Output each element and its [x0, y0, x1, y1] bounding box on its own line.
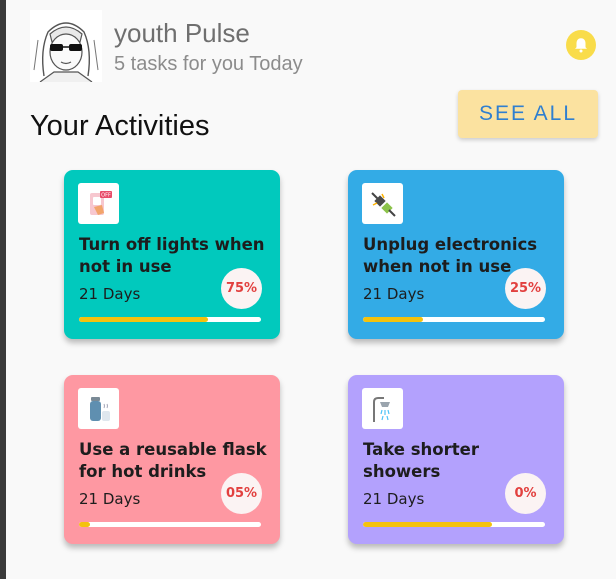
activity-card-flask[interactable]: Use a reusable flask for hot drinks 21 D…: [64, 375, 280, 544]
activity-card-unplug[interactable]: Unplug electronics when not in use 21 Da…: [348, 170, 564, 339]
progress-track: [363, 522, 545, 527]
notification-button[interactable]: [566, 30, 596, 60]
tasks-subtitle: 5 tasks for you Today: [114, 53, 303, 75]
progress-badge: 0%: [505, 473, 546, 514]
progress-track: [79, 522, 261, 527]
see-all-button[interactable]: SEE ALL: [458, 90, 598, 138]
activity-days: 21 Days: [363, 285, 425, 303]
activity-days: 21 Days: [363, 490, 425, 508]
progress-fill: [79, 522, 90, 527]
window-edge: [0, 0, 6, 579]
progress-track: [79, 317, 261, 322]
header: youth Pulse 5 tasks for you Today: [30, 10, 610, 85]
app-title: youth Pulse: [114, 18, 250, 48]
progress-badge: 25%: [505, 268, 546, 309]
progress-fill: [363, 317, 424, 322]
flask-icon: [78, 388, 119, 429]
unplug-icon: [362, 183, 403, 224]
progress-fill: [363, 522, 493, 527]
shower-icon: [362, 388, 403, 429]
progress-fill: [79, 317, 209, 322]
progress-badge: 05%: [221, 473, 262, 514]
progress-badge: 75%: [221, 268, 262, 309]
activity-days: 21 Days: [79, 490, 141, 508]
light-switch-icon: OFF: [78, 183, 119, 224]
avatar[interactable]: [30, 10, 102, 82]
section-title: Your Activities: [30, 110, 210, 142]
activity-card-lights[interactable]: OFF Turn off lights when not in use 21 D…: [64, 170, 280, 339]
svg-text:OFF: OFF: [101, 192, 111, 198]
progress-track: [363, 317, 545, 322]
activity-days: 21 Days: [79, 285, 141, 303]
activity-card-shower[interactable]: Take shorter showers 21 Days 0%: [348, 375, 564, 544]
bell-icon: [575, 38, 587, 53]
anime-avatar-icon: [30, 10, 102, 82]
